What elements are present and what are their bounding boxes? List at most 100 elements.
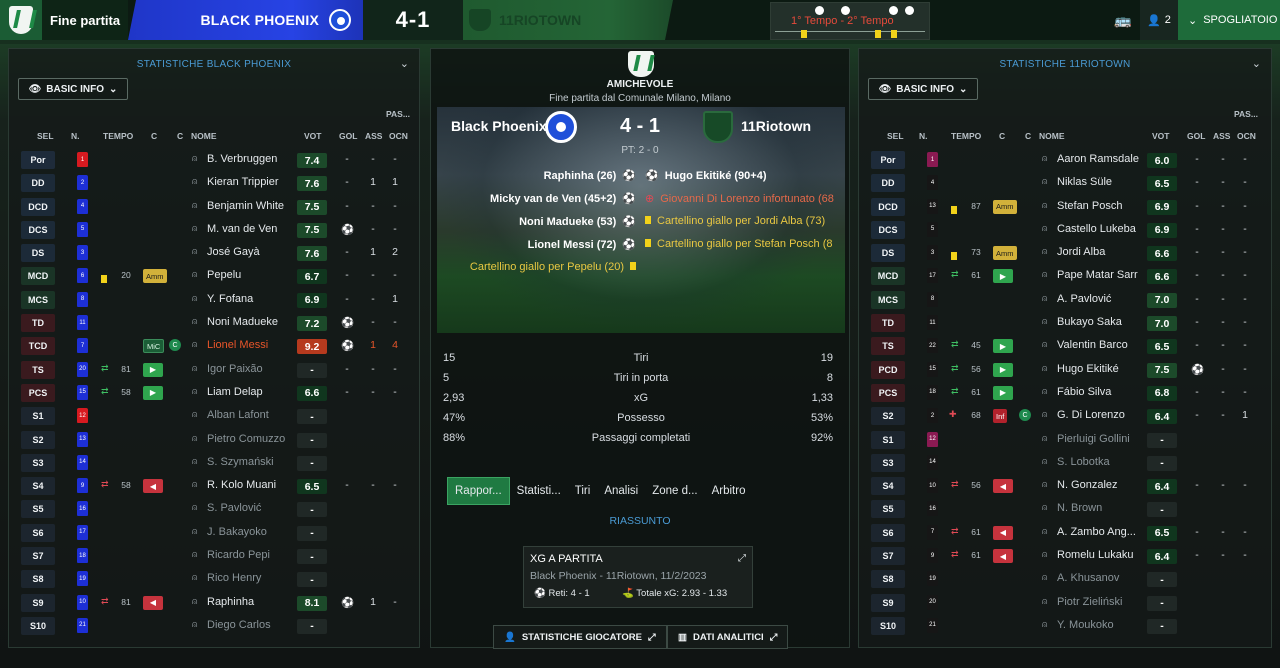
position-badge[interactable]: TS [21,360,55,379]
player-name[interactable]: Pietro Comuzzo [207,433,285,445]
basic-info-dropdown[interactable]: 👁 BASIC INFO ⌄ [18,78,128,100]
player-row[interactable]: S8 19 ⍝ Rico Henry - [9,568,419,591]
position-badge[interactable]: MCS [871,290,905,309]
col-header-tempo[interactable]: TEMPO [103,131,133,141]
position-badge[interactable]: S10 [21,616,55,635]
player-row[interactable]: DCD 4 ⍝ Benjamin White 7.5 - - - [9,196,419,219]
player-name[interactable]: N. Brown [1057,502,1102,514]
player-row[interactable]: DD 4 ⍝ Niklas Süle 6.5 - - - [859,172,1271,195]
player-row[interactable]: Por 1 ⍝ B. Verbruggen 7.4 - - - [9,149,419,172]
position-badge[interactable]: DD [871,174,905,193]
player-name[interactable]: Stefan Posch [1057,200,1122,212]
player-row[interactable]: S2 2 ✚ 68 Inf C ⍝ G. Di Lorenzo 6.4 - - 1 [859,405,1271,428]
position-badge[interactable]: S3 [871,453,905,472]
player-row[interactable]: DCS 5 ⍝ Castello Lukeba 6.9 - - - [859,219,1271,242]
player-name[interactable]: Pape Matar Sarr [1057,269,1138,281]
position-badge[interactable]: S3 [21,453,55,472]
player-name[interactable]: A. Pavlović [1057,293,1111,305]
player-row[interactable]: DCS 5 ⍝ M. van de Ven 7.5 ⚽ - - [9,219,419,242]
player-name[interactable]: Castello Lukeba [1057,223,1136,235]
position-badge[interactable]: S4 [871,477,905,496]
position-badge[interactable]: S5 [21,500,55,519]
player-name[interactable]: Rico Henry [207,572,261,584]
position-badge[interactable]: S2 [21,430,55,449]
player-name[interactable]: S. Pavlović [207,502,261,514]
position-badge[interactable]: MCD [871,267,905,286]
player-row[interactable]: S9 20 ⍝ Piotr Zieliński - [859,592,1271,615]
player-name[interactable]: R. Kolo Muani [207,479,276,491]
player-row[interactable]: S3 14 ⍝ S. Szymański - [9,452,419,475]
position-badge[interactable]: TCD [21,337,55,356]
position-badge[interactable]: DCD [21,197,55,216]
player-row[interactable]: PCS 18 ⇄ 61 ▶ ⍝ Fábio Silva 6.8 - - - [859,382,1271,405]
col-header-ass[interactable]: ASS [365,131,382,141]
player-name[interactable]: Niklas Süle [1057,176,1112,188]
player-row[interactable]: MCS 8 ⍝ Y. Fofana 6.9 - - 1 [9,289,419,312]
player-row[interactable]: TD 11 ⍝ Noni Madueke 7.2 ⚽ - - [9,312,419,335]
position-badge[interactable]: TD [21,314,55,333]
position-badge[interactable]: S9 [871,593,905,612]
player-name[interactable]: Hugo Ekitiké [1057,363,1119,375]
player-row[interactable]: S6 17 ⍝ J. Bakayoko - [9,522,419,545]
position-badge[interactable]: DCD [871,197,905,216]
position-badge[interactable]: Por [871,151,905,169]
player-row[interactable]: S7 18 ⍝ Ricardo Pepi - [9,545,419,568]
position-badge[interactable]: S6 [871,523,905,542]
player-name[interactable]: Pierluigi Gollini [1057,433,1130,445]
player-name[interactable]: B. Verbruggen [207,153,277,165]
chevron-down-icon[interactable]: ⌄ [1252,57,1261,70]
position-badge[interactable]: S8 [21,570,55,589]
player-row[interactable]: S5 16 ⍝ N. Brown - [859,498,1271,521]
position-badge[interactable]: DS [21,244,55,263]
player-row[interactable]: S10 21 ⍝ Y. Moukoko - [859,615,1271,638]
basic-info-dropdown[interactable]: 👁 BASIC INFO ⌄ [868,78,978,100]
users-button[interactable]: 👤 2 [1140,0,1178,40]
player-name[interactable]: Piotr Zieliński [1057,596,1122,608]
player-name[interactable]: José Gayà [207,246,260,258]
position-badge[interactable]: S10 [871,616,905,635]
player-name[interactable]: M. van de Ven [207,223,277,235]
position-badge[interactable]: S7 [21,547,55,566]
col-header-vot[interactable]: VOT [1152,131,1169,141]
player-row[interactable]: DCD 13 87 Amm ⍝ Stefan Posch 6.9 - - - [859,196,1271,219]
player-row[interactable]: DS 3 73 Amm ⍝ Jordi Alba 6.6 - - - [859,242,1271,265]
expand-icon[interactable]: ⤢ [738,553,746,564]
col-header-sel[interactable]: SEL [887,131,904,141]
col-header-tempo[interactable]: TEMPO [951,131,981,141]
col-header-pas[interactable]: PAS... [386,109,410,119]
player-name[interactable]: Alban Lafont [207,409,269,421]
tab-1[interactable]: Statisti... [510,477,568,505]
player-name[interactable]: Aaron Ramsdale [1057,153,1139,165]
dressing-room-button[interactable]: ⌄ SPOGLIATOIO [1178,0,1280,40]
player-row[interactable]: S8 19 ⍝ A. Khusanov - [859,568,1271,591]
tab-2[interactable]: Tiri [568,477,598,505]
player-name[interactable]: Lionel Messi [207,339,268,351]
player-name[interactable]: Y. Fofana [207,293,253,305]
player-row[interactable]: S10 21 ⍝ Diego Carlos - [9,615,419,638]
position-badge[interactable]: DCS [21,220,55,239]
player-row[interactable]: TS 22 ⇄ 45 ▶ ⍝ Valentin Barco 6.5 - - - [859,335,1271,358]
player-name[interactable]: J. Bakayoko [207,526,267,538]
position-badge[interactable]: MCS [21,290,55,309]
player-name[interactable]: S. Szymański [207,456,274,468]
player-name[interactable]: Fábio Silva [1057,386,1111,398]
position-badge[interactable]: Por [21,151,55,169]
position-badge[interactable]: DD [21,174,55,193]
position-badge[interactable]: TS [871,337,905,356]
col-header-nome[interactable]: NOME [1039,131,1065,141]
player-name[interactable]: Igor Paixão [207,363,263,375]
player-name[interactable]: N. Gonzalez [1057,479,1118,491]
tab-5[interactable]: Arbitro [705,477,753,505]
player-name[interactable]: Liam Delap [207,386,263,398]
position-badge[interactable]: DCS [871,220,905,239]
position-badge[interactable]: S4 [21,477,55,496]
position-badge[interactable]: S2 [871,407,905,426]
player-stats-button[interactable]: 👤 STATISTICHE GIOCATORE ⤢ [493,625,667,649]
player-name[interactable]: Bukayo Saka [1057,316,1122,328]
player-name[interactable]: A. Khusanov [1057,572,1119,584]
player-row[interactable]: S4 10 ⇄ 56 ◀ ⍝ N. Gonzalez 6.4 - - - [859,475,1271,498]
player-row[interactable]: DS 3 ⍝ José Gayà 7.6 - 1 2 [9,242,419,265]
col-header-gol[interactable]: GOL [339,131,357,141]
col-header-vot[interactable]: VOT [304,131,321,141]
position-badge[interactable]: PCD [871,360,905,379]
